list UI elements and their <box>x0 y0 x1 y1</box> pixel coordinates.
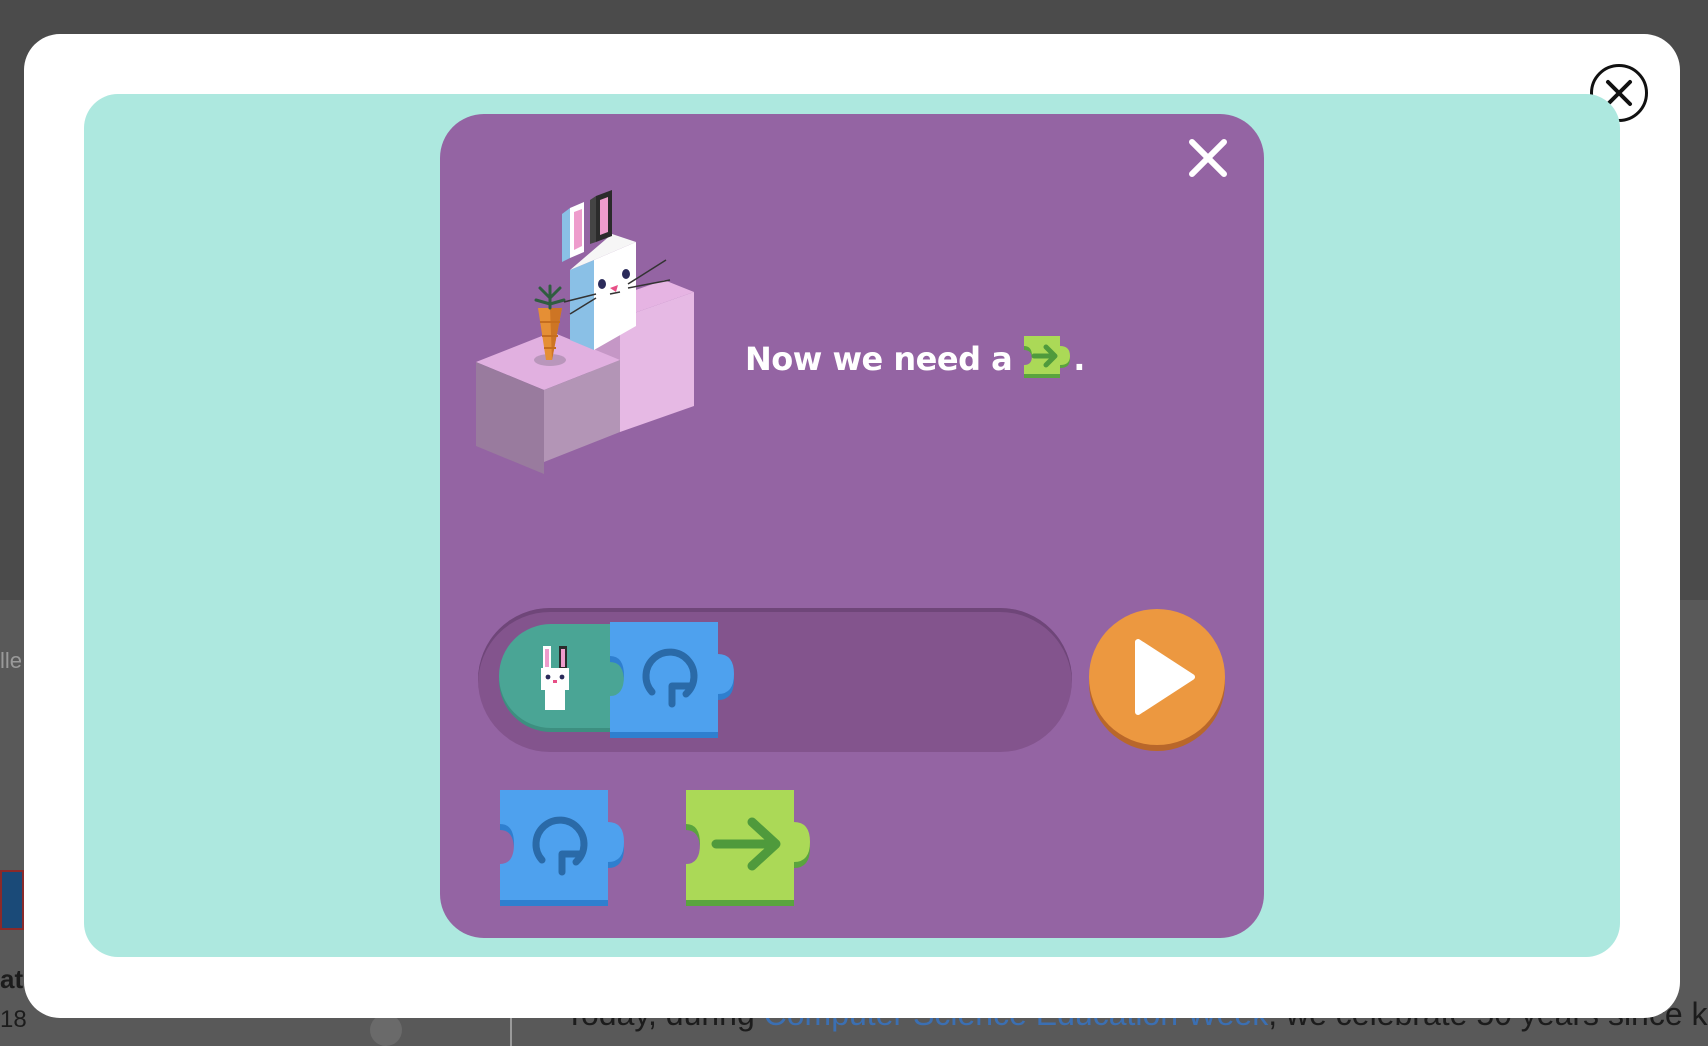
bunny-scene <box>470 190 700 480</box>
palette-turn-block[interactable] <box>500 790 626 906</box>
forward-arrow-icon <box>1020 334 1072 384</box>
turn-block[interactable] <box>610 622 736 738</box>
background-text-fragment: lle <box>0 648 23 673</box>
background-text-fragment: 18 <box>0 1006 27 1033</box>
palette-forward-block[interactable] <box>686 790 812 906</box>
bunny-scene-illustration <box>476 190 694 474</box>
instruction-text: Now we need a . <box>745 333 1085 385</box>
background-thumbnail <box>0 870 24 930</box>
start-block <box>495 624 625 736</box>
play-button[interactable] <box>1088 608 1226 752</box>
instruction-period: . <box>1073 340 1085 378</box>
close-icon[interactable] <box>1186 136 1230 180</box>
info-icon <box>370 1014 402 1046</box>
instruction-label: Now we need a <box>745 340 1013 378</box>
